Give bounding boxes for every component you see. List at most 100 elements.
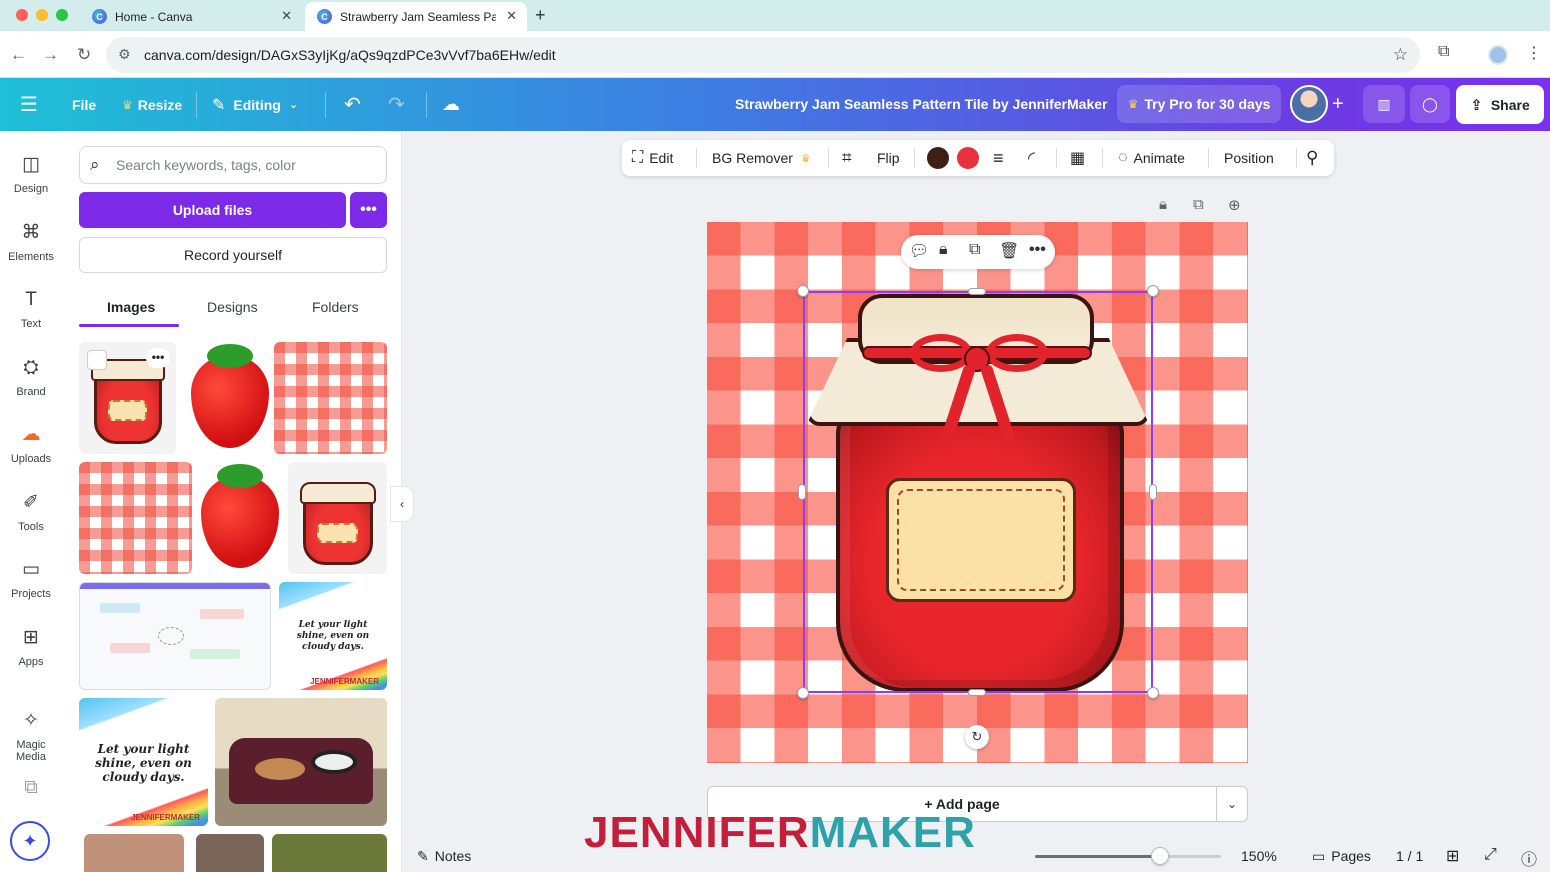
tab-search-icon[interactable]: ⧉ [1438,43,1449,61]
duplicate-page-icon[interactable]: ⧉ [1193,196,1204,213]
resize-handle-se[interactable] [1147,687,1159,699]
color-swatch-brown[interactable] [927,147,949,169]
site-info-icon[interactable]: ⚙ [118,46,131,63]
rail-item-apps[interactable]: ⊞ Apps [0,626,62,668]
search-input[interactable] [116,147,376,183]
upload-thumb-jar-hover[interactable]: ••• [79,342,176,454]
duplicate-icon[interactable]: ⧉ [969,241,980,259]
upload-thumb-pattern[interactable] [274,342,387,454]
resize-handle-e[interactable] [1149,484,1157,500]
resize-handle-w[interactable] [798,484,806,500]
file-menu[interactable]: File [72,78,96,131]
bg-remover-button[interactable]: BG Remover ♛ [712,140,811,176]
animate-button[interactable]: ◌ Animate [1118,140,1185,176]
comments-icon[interactable]: ◯ [1410,85,1450,123]
chevron-down-icon[interactable]: ⌄ [1216,786,1248,822]
resize-handle-ne[interactable] [1147,285,1159,297]
notes-button[interactable]: ✎ Notes [417,848,471,865]
rail-item-more[interactable]: ⧉ [0,776,62,806]
rail-item-projects[interactable]: ▭ Projects [0,558,62,600]
editing-mode-dropdown[interactable]: ✎ Editing ⌄ [212,78,298,131]
zoom-level[interactable]: 150% [1241,848,1277,864]
transparency-icon[interactable]: ▦ [1070,140,1085,176]
upload-thumb-photo[interactable] [272,834,387,872]
close-tab-icon[interactable]: ✕ [506,8,517,24]
lock-page-icon[interactable]: 🔒︎ [1159,196,1167,213]
add-page-icon[interactable]: ⊕ [1228,196,1241,214]
pages-button[interactable]: ▭ Pages [1312,848,1371,865]
thumb-more-icon[interactable]: ••• [146,348,170,368]
help-icon[interactable]: ⓘ [1521,846,1537,870]
tab-folders[interactable]: Folders [312,299,359,315]
tab-images[interactable]: Images [107,299,155,315]
magic-assistant-icon[interactable]: ✦ [10,821,50,861]
tab-designs[interactable]: Designs [207,299,258,315]
upload-thumb-rainbow-2[interactable]: Let your light shine, even on cloudy day… [79,698,208,826]
url-text[interactable]: canva.com/design/DAGxS3yIjKg/aQs9qzdPCe3… [144,47,556,63]
color-swatch-red[interactable] [957,147,979,169]
upload-more-button[interactable]: ••• [350,192,387,228]
upload-thumb-pattern-2[interactable] [79,462,192,574]
bookmark-star-icon[interactable]: ☆ [1393,45,1408,65]
close-window-button[interactable] [16,9,28,21]
trash-icon[interactable]: 🗑︎ [999,241,1019,261]
rail-item-tools[interactable]: ✐ Tools [0,491,62,533]
border-style-icon[interactable]: ≡ [993,140,1004,176]
browser-tab-design[interactable]: C Strawberry Jam Seamless Pattern ✕ [305,2,527,31]
rotate-icon[interactable]: ↻ [965,725,989,749]
rail-item-design[interactable]: ◫ Design [0,153,62,195]
zoom-slider-knob[interactable] [1150,847,1169,865]
maximize-window-button[interactable] [56,9,68,21]
resize-handle-nw[interactable] [797,285,809,297]
edit-image-button[interactable]: ⛶ Edit [632,140,673,176]
upload-thumb-strawberry[interactable] [180,342,280,454]
fullscreen-icon[interactable]: ⤢ [1484,846,1497,864]
chrome-menu-icon[interactable]: ⋮ [1526,43,1542,63]
insights-chart-icon[interactable]: ▥ [1363,85,1405,123]
document-title[interactable]: Strawberry Jam Seamless Pattern Tile by … [735,96,1107,112]
share-button[interactable]: ⇪ Share [1456,85,1544,124]
try-pro-button[interactable]: ♛ Try Pro for 30 days [1117,85,1281,123]
record-yourself-button[interactable]: Record yourself [79,237,387,273]
resize-handle-s[interactable] [968,689,986,696]
rail-item-magic-media[interactable]: ✧ Magic Media [0,709,62,763]
resize-handle-n[interactable] [968,288,986,295]
more-options-icon[interactable]: ••• [1029,241,1046,259]
rail-item-uploads[interactable]: ☁ Uploads [0,423,62,465]
new-tab-button[interactable]: + [535,5,546,26]
browser-tab-home[interactable]: C Home - Canva ✕ [80,2,302,31]
rail-item-elements[interactable]: ⌘ Elements [0,221,62,263]
zoom-slider-track[interactable] [1035,855,1221,858]
crop-icon[interactable]: ⌗ [842,140,852,176]
url-field[interactable]: ⚙ canva.com/design/DAGxS3yIjKg/aQs9qzdPC… [106,37,1420,73]
upload-thumb-dogs-couch[interactable] [215,698,387,826]
upload-thumb-rainbow[interactable]: Let your light shine, even on cloudy day… [279,582,387,690]
back-arrow-icon[interactable]: ← [10,45,27,65]
add-comment-icon[interactable]: 💬︎ [909,241,929,261]
position-button[interactable]: Position [1224,140,1274,176]
upload-thumb-jar[interactable] [288,462,387,574]
corner-rounding-icon[interactable]: ◜ [1028,140,1035,176]
rail-item-brand[interactable]: ⛭ Brand [0,356,62,398]
paint-roller-icon[interactable]: ⚲ [1306,140,1318,176]
main-menu-icon[interactable]: ☰ [20,78,38,131]
browser-profile-avatar[interactable] [1488,45,1508,65]
upload-files-button[interactable]: Upload files [79,192,346,228]
rail-item-text[interactable]: T Text [0,288,62,330]
cloud-saved-icon[interactable]: ☁ [442,78,460,131]
redo-icon[interactable]: ↷ [388,78,405,131]
upload-thumb-strawberry-2[interactable] [196,462,284,574]
resize-button[interactable]: ♛ Resize [122,78,182,131]
resize-handle-sw[interactable] [797,687,809,699]
close-tab-icon[interactable]: ✕ [281,8,292,24]
flip-button[interactable]: Flip [877,140,900,176]
user-avatar[interactable] [1290,85,1328,123]
select-checkbox[interactable] [87,350,107,370]
minimize-window-button[interactable] [36,9,48,21]
upload-thumb-mindmap[interactable] [79,582,271,690]
add-collaborator-icon[interactable]: + [1332,78,1344,131]
lock-icon[interactable]: 🔒︎ [939,241,948,259]
upload-thumb-photo[interactable] [84,834,184,872]
reload-icon[interactable]: ↻ [77,45,91,65]
forward-arrow-icon[interactable]: → [42,45,59,65]
